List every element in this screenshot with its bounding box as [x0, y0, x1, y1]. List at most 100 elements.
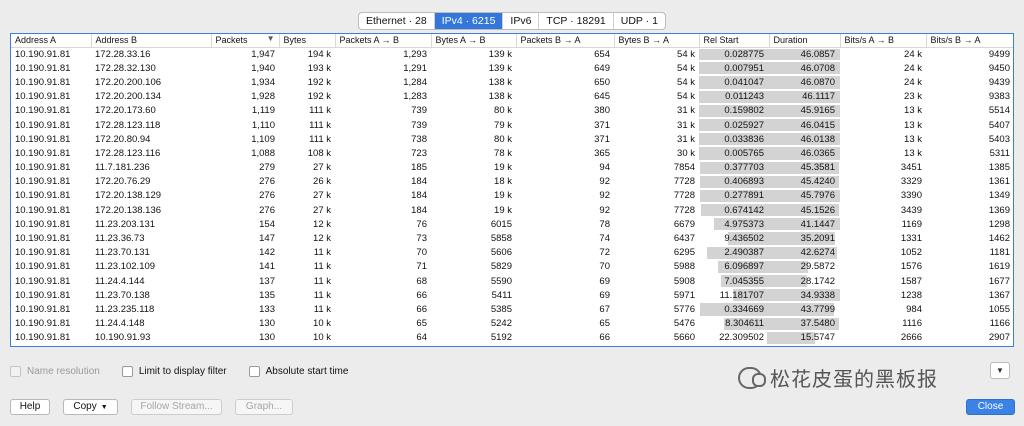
export-dropdown-button[interactable]: ▼ [990, 362, 1010, 379]
table-row[interactable]: 10.190.91.81 11.24.4.144 137 11 k 68 5590 69 59… [11, 274, 1013, 288]
column-header-2[interactable]: Packets ▼ [211, 34, 280, 48]
cell-value: 11.181707 [719, 289, 764, 301]
tab-3[interactable]: TCP · 18291 [539, 13, 614, 29]
table-cell: 194 k [307, 48, 331, 60]
table-cell: 1,934 [251, 76, 275, 88]
table-cell: 1333 [926, 345, 1013, 346]
rel-start-cell: 6.096897 [699, 260, 769, 274]
table-cell: 11 k [313, 303, 331, 315]
limit-display-filter-checkbox[interactable] [121, 365, 133, 377]
cell-value: 45.1526 [800, 204, 835, 216]
absolute-start-time-checkbox[interactable] [248, 365, 260, 377]
table-row[interactable]: 10.190.91.81 11.23.70.131 142 11 k 70 5606 72 6… [11, 246, 1013, 260]
conversations-table[interactable]: Address A Address B Packets ▼ Bytes Packets A… [10, 33, 1014, 347]
table-cell: 92 [599, 190, 610, 202]
address-a-cell: 10.190.91.81 [11, 345, 91, 346]
column-header-4[interactable]: Packets A → B [335, 34, 432, 48]
column-header-7[interactable]: Bytes B → A [614, 34, 700, 48]
table-row[interactable]: 10.190.91.81 172.28.32.130 1,940 193 k 1,291… [11, 61, 1013, 75]
limit-display-filter-option[interactable]: Limit to display filter [121, 364, 227, 378]
table-cell: 7854 [673, 162, 695, 174]
table-cell: 1,088 [251, 147, 275, 159]
tab-0[interactable]: Ethernet · 28 [359, 13, 435, 29]
cell-value: 34.9338 [800, 289, 835, 301]
table-cell: 111 k [309, 119, 331, 131]
column-header-5[interactable]: Bytes A → B [431, 34, 517, 48]
name-resolution-checkbox [10, 365, 21, 377]
table-cell: 130 [259, 332, 275, 344]
column-header-label: Packets [215, 35, 248, 46]
cell-value: 37.5480 [800, 318, 835, 330]
table-row[interactable]: 10.190.91.8111.23.36.8112910 k6452516555… [11, 345, 1013, 346]
table-row[interactable]: 10.190.91.81 172.28.123.118 1,110 111 k 739 7… [11, 118, 1013, 132]
column-header-8[interactable]: Rel Start [699, 34, 770, 48]
column-header-0[interactable]: Address A [11, 34, 92, 48]
table-row[interactable]: 10.190.91.81 172.20.138.136 276 27 k 184 19 k… [11, 203, 1013, 217]
table-cell: 69 [599, 275, 610, 287]
table-cell: 1619 [988, 261, 1010, 273]
rel-start-cell: 0.007951 [699, 61, 769, 75]
table-row[interactable]: 10.190.91.81 172.28.123.116 1,088 108 k 723 7… [11, 146, 1013, 160]
tab-4[interactable]: UDP · 1 [614, 13, 665, 29]
help-button[interactable]: Help [10, 399, 50, 415]
table-row[interactable]: 10.190.91.81 172.20.76.29 276 26 k 184 18 k 92… [11, 175, 1013, 189]
table-cell: 1055 [988, 303, 1010, 315]
table-cell: 1,947 [251, 48, 275, 60]
tab-2[interactable]: IPv6 [503, 13, 540, 29]
table-row[interactable]: 10.190.91.81 172.20.138.129 276 27 k 184 19 k… [11, 189, 1013, 203]
follow-stream-button[interactable]: Follow Stream... [131, 399, 222, 415]
table-row[interactable]: 10.190.91.81 172.20.80.94 1,109 111 k 738 80 … [11, 132, 1013, 146]
graph-button[interactable]: Graph... [235, 399, 293, 415]
table-row[interactable]: 10.190.91.81 11.23.36.73 147 12 k 73 5858 74 64… [11, 231, 1013, 245]
table-row[interactable]: 10.190.91.81 10.190.91.93 130 10 k 64 5192 66 5… [11, 331, 1013, 345]
table-cell: 64 [335, 345, 431, 346]
tab-1[interactable]: IPv4 · 6215 [434, 13, 504, 29]
table-cell: 1361 [988, 176, 1010, 188]
address-a-cell: 10.190.91.81 [15, 133, 71, 145]
table-cell: 70 [416, 247, 427, 259]
cell-value: 45.3581 [800, 162, 835, 174]
table-row[interactable]: 10.190.91.81 172.20.200.134 1,928 192 k 1,28… [11, 90, 1013, 104]
table-cell: 739 [411, 119, 427, 131]
table-row[interactable]: 10.190.91.81 11.23.102.109 141 11 k 71 5829 70… [11, 260, 1013, 274]
absolute-start-time-label[interactable]: Absolute start time [266, 366, 349, 377]
table-row[interactable]: 10.190.91.81 11.23.203.131 154 12 k 76 6015 78… [11, 217, 1013, 231]
copy-label: Copy [73, 401, 97, 412]
table-row[interactable]: 10.190.91.81 11.24.4.148 130 10 k 65 5242 65 54… [11, 317, 1013, 331]
table-cell: 184 [411, 204, 427, 216]
cell-value: 15.5747 [800, 332, 835, 344]
table-cell: 6015 [490, 218, 512, 230]
column-header-9[interactable]: Duration [769, 34, 841, 48]
table-cell: 133 [259, 303, 275, 315]
table-row[interactable]: 10.190.91.81 11.23.235.118 133 11 k 66 5385 67… [11, 302, 1013, 316]
table-cell: 984 [906, 303, 922, 315]
table-row[interactable]: 10.190.91.81 172.20.173.60 1,119 111 k 739 80… [11, 104, 1013, 118]
column-header-1[interactable]: Address B [91, 34, 212, 48]
table-cell: 80 k [494, 105, 512, 117]
absolute-start-time-option[interactable]: Absolute start time [248, 364, 349, 378]
table-cell: 139 k [488, 48, 512, 60]
table-cell: 9383 [988, 91, 1010, 103]
cell-value: 46.1117 [802, 91, 835, 103]
table-row[interactable]: 10.190.91.81 11.7.181.236 279 27 k 185 19 k 94… [11, 161, 1013, 175]
copy-button[interactable]: Copy ▼ [63, 399, 118, 415]
column-header-3[interactable]: Bytes [279, 34, 336, 48]
column-header-11[interactable]: Bits/s B → A [926, 34, 1013, 48]
table-row[interactable]: 10.190.91.81 11.23.70.138 135 11 k 66 5411 69 5… [11, 288, 1013, 302]
table-cell: 54 k [677, 91, 695, 103]
table-cell: 1238 [900, 289, 922, 301]
limit-display-filter-label[interactable]: Limit to display filter [139, 366, 227, 377]
address-b-cell: 172.28.32.130 [95, 62, 156, 74]
table-cell: 23 k [904, 91, 922, 103]
table-row[interactable]: 10.190.91.81 172.20.200.106 1,934 192 k 1,28… [11, 75, 1013, 89]
column-header-10[interactable]: Bits/s A → B [840, 34, 927, 48]
table-row[interactable]: 10.190.91.81 172.28.33.16 1,947 194 k 1,293 1… [11, 47, 1013, 61]
table-cell: 6679 [673, 218, 695, 230]
cell-value: 0.041047 [724, 76, 764, 88]
table-cell: 74 [599, 233, 610, 245]
table-cell: 67 [599, 303, 610, 315]
close-button[interactable]: Close [966, 399, 1015, 415]
address-b-cell: 172.28.123.118 [95, 119, 161, 131]
column-header-6[interactable]: Packets B → A [516, 34, 615, 48]
timeline-bar [769, 345, 837, 346]
